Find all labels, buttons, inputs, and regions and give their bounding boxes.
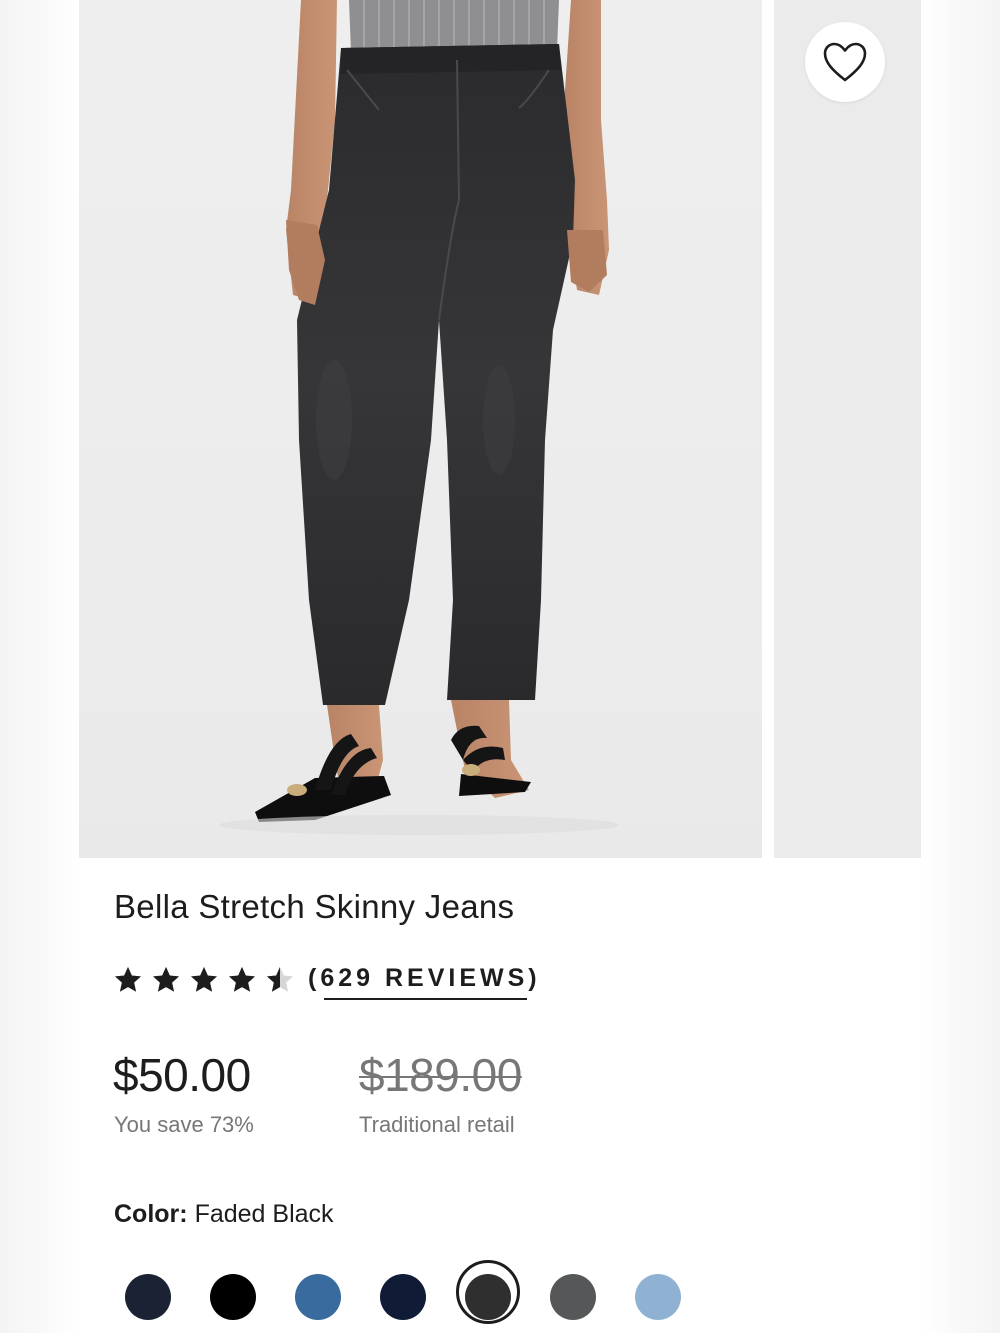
color-swatch[interactable] [635,1274,681,1320]
product-title: Bella Stretch Skinny Jeans [114,888,515,925]
page-edge-left [0,0,79,1333]
product-photo-next [774,0,921,858]
star-icon [228,966,256,992]
color-swatch[interactable] [210,1274,256,1320]
color-swatch-selected[interactable] [465,1274,511,1320]
color-label: Color: [114,1200,188,1228]
color-swatch[interactable] [550,1274,596,1320]
product-photo [219,0,619,835]
star-icon [114,966,142,992]
color-selected-value: Faded Black [194,1200,334,1228]
color-swatch[interactable] [295,1274,341,1320]
star-icon [190,966,218,992]
color-selection: Color: Faded Black [114,1200,334,1229]
star-rating [112,964,296,996]
original-price-label: Traditional retail [359,1112,515,1137]
wishlist-button[interactable] [805,22,885,102]
page-edge-right [921,0,1000,1333]
rating-row: (629 REVIEWS) [112,962,541,1000]
reviews-count: (629 REVIEWS) [308,963,541,992]
reviews-link[interactable]: (629 REVIEWS) [308,963,541,1000]
original-price: $189.00 [359,1049,522,1101]
star-icon [152,966,180,992]
color-swatch[interactable] [125,1274,171,1320]
heart-icon [823,42,867,82]
reviews-underline [324,997,527,1000]
color-swatches [79,1260,921,1332]
product-image-main[interactable] [79,0,762,858]
savings-text: You save 73% [114,1112,254,1137]
half-star-icon [266,966,294,992]
product-image-carousel[interactable] [79,0,921,858]
color-swatch[interactable] [380,1274,426,1320]
product-image-next[interactable] [774,0,921,858]
current-price: $50.00 [113,1049,251,1101]
product-info-panel: Bella Stretch Skinny Jeans (629 REVIEWS)… [79,858,921,1333]
